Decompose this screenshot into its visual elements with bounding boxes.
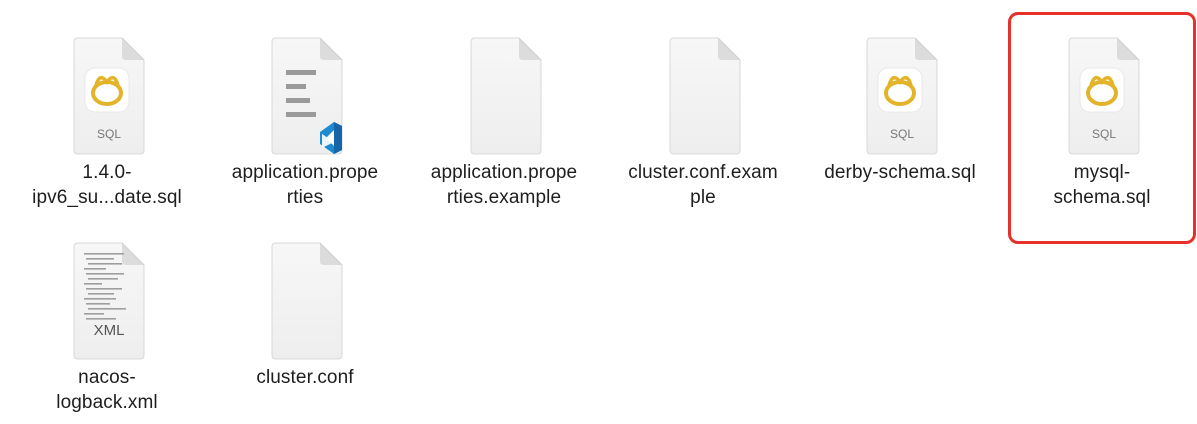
file-name-line: application.prope [430, 162, 578, 183]
blank-document-icon [250, 235, 360, 365]
file-name-line: logback.xml [56, 392, 158, 413]
file-name-line: schema.sql [1053, 187, 1151, 208]
file-name-line: nacos- [78, 367, 136, 388]
sql-database-icon: SQL [845, 30, 955, 160]
file-item[interactable]: cluster.conf [205, 235, 405, 390]
xml-document-icon: XML [52, 235, 162, 365]
file-item[interactable]: application.prope rties [205, 30, 405, 210]
svg-text:SQL: SQL [890, 127, 914, 141]
file-name-line: derby-schema.sql [824, 162, 976, 183]
file-name-line: mysql- [1073, 162, 1131, 183]
file-name-label: application.prope rties.example [404, 160, 604, 210]
file-name-line: cluster.conf [256, 367, 354, 388]
sql-database-icon: SQL [1047, 30, 1157, 160]
file-name-label: derby-schema.sql [800, 160, 1000, 185]
file-name-line: ple [690, 187, 716, 208]
file-name-label: application.prope rties [205, 160, 405, 210]
file-name-label: cluster.conf [205, 365, 405, 390]
file-name-line: ipv6_su...date.sql [32, 187, 182, 208]
file-item[interactable]: cluster.conf.exam ple [603, 30, 803, 210]
file-item[interactable]: SQL mysql-schema.sql [1002, 30, 1197, 210]
file-item[interactable]: application.prope rties.example [404, 30, 604, 210]
blank-document-icon [449, 30, 559, 160]
file-name-line: application.prope [231, 162, 379, 183]
file-name-line: rties [286, 187, 324, 208]
file-grid: SQL 1.4.0- ipv6_su...date.sql application… [0, 0, 1197, 424]
file-name-line: rties.example [446, 187, 562, 208]
svg-text:SQL: SQL [1092, 127, 1116, 141]
file-item[interactable]: XML nacos-logback.xml [7, 235, 207, 415]
vscode-document-icon [250, 30, 360, 160]
file-name-line: 1.4.0- [82, 162, 132, 183]
svg-text:XML: XML [94, 322, 125, 339]
file-item[interactable]: SQL 1.4.0- ipv6_su...date.sql [7, 30, 207, 210]
svg-text:SQL: SQL [97, 127, 121, 141]
file-name-line: cluster.conf.exam [628, 162, 778, 183]
sql-database-icon: SQL [52, 30, 162, 160]
file-name-label: mysql-schema.sql [1002, 160, 1197, 210]
file-name-label: cluster.conf.exam ple [603, 160, 803, 210]
file-item[interactable]: SQL derby-schema.sql [800, 30, 1000, 185]
blank-document-icon [648, 30, 758, 160]
file-name-label: nacos-logback.xml [7, 365, 207, 415]
file-name-label: 1.4.0- ipv6_su...date.sql [7, 160, 207, 210]
